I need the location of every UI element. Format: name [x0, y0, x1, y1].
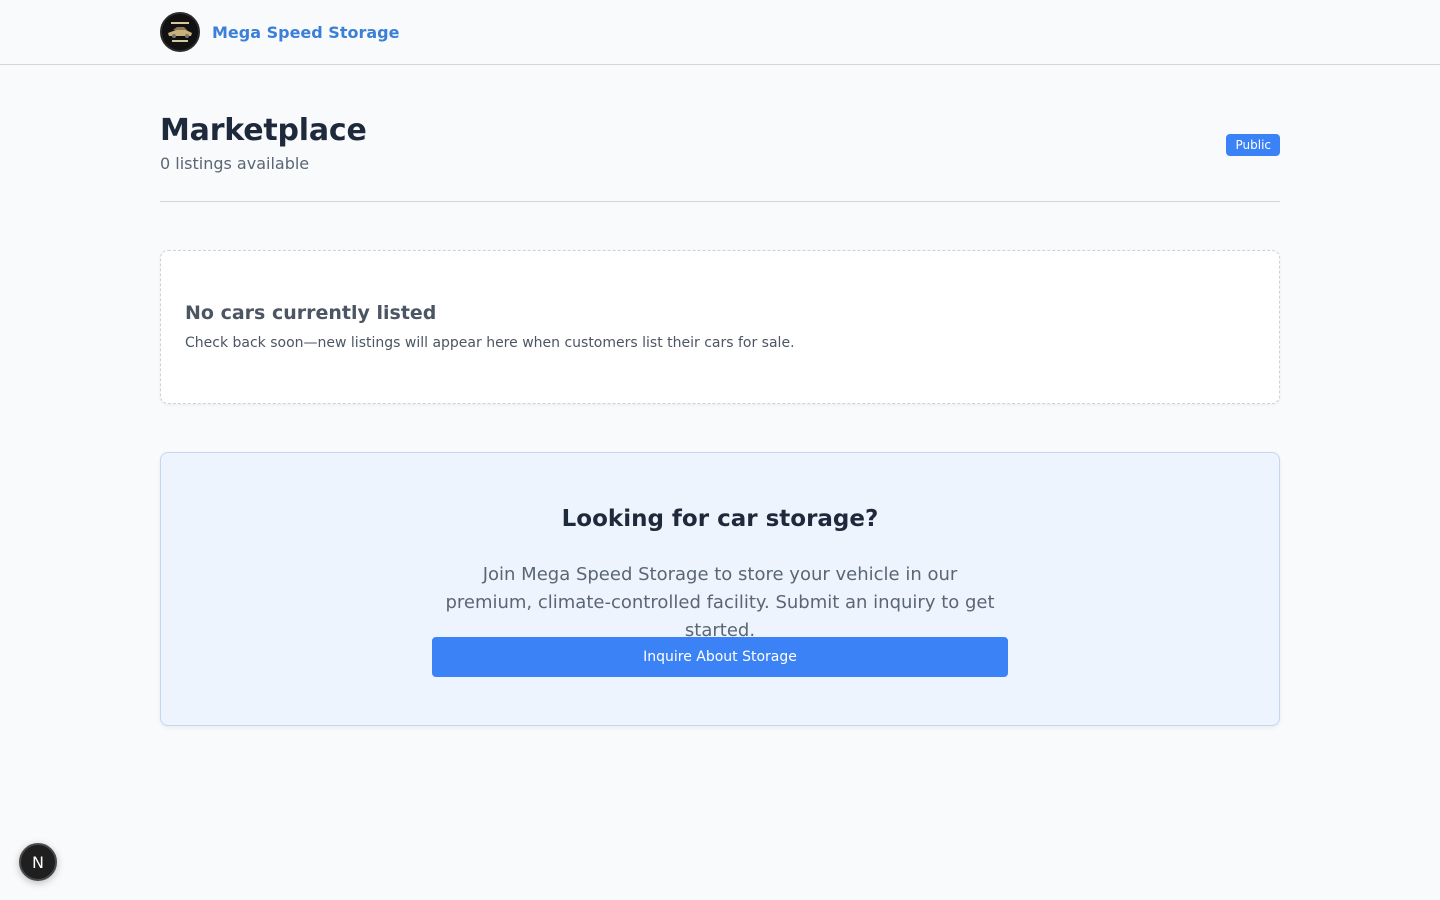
listings-count: 0 listings available — [160, 154, 310, 173]
brand-home-link[interactable]: Mega Speed Storage — [160, 12, 399, 52]
storage-cta-card: Looking for car storage? Join Mega Speed… — [160, 452, 1280, 726]
empty-state-title: No cars currently listed — [185, 302, 437, 324]
cta-description: Join Mega Speed Storage to store your ve… — [445, 564, 995, 641]
public-status-badge: Public — [1226, 134, 1280, 156]
page-header: Marketplace 0 listings available Public — [160, 110, 1280, 202]
next-dev-tools-label: N — [32, 852, 44, 872]
page-title: Marketplace — [160, 113, 367, 148]
brand-logo-icon — [160, 12, 200, 52]
top-navbar: Mega Speed Storage — [0, 0, 1440, 65]
brand-name: Mega Speed Storage — [212, 22, 400, 42]
cta-title: Looking for car storage? — [561, 506, 879, 532]
inquire-storage-button[interactable]: Inquire About Storage — [432, 637, 1008, 677]
empty-state-text: Check back soon—new listings will appear… — [185, 335, 795, 351]
next-dev-tools-button[interactable]: N — [19, 843, 57, 881]
empty-listings-card: No cars currently listed Check back soon… — [160, 250, 1280, 404]
